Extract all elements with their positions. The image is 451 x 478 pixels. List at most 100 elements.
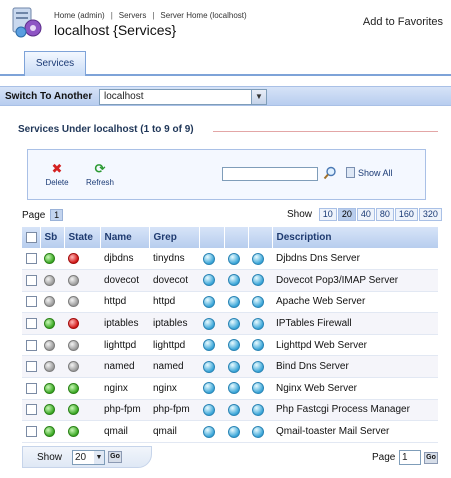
services-table: Sb State Name Grep Description djbdns tin… [22,227,439,443]
stop-service-icon[interactable] [228,295,240,308]
sb-cell [40,312,64,335]
table-row[interactable]: httpd httpd Apache Web Server [22,291,438,314]
column-header-state[interactable]: State [64,227,101,248]
table-row[interactable]: qmail qmail Qmail-toaster Mail Server [22,420,438,443]
breadcrumb-home[interactable]: Home (admin) [54,11,105,20]
page-size-option[interactable]: 80 [375,208,394,221]
start-service-icon[interactable] [203,317,215,330]
sb-cell [40,334,64,357]
column-header-description[interactable]: Description [272,227,439,248]
section-title: Services Under localhost (1 to 9 of 9) [18,124,194,135]
page-size-option[interactable]: 40 [356,208,375,221]
action-cell [248,420,272,443]
action-cell [248,334,272,357]
row-checkbox[interactable] [26,252,37,264]
start-service-icon[interactable] [203,425,215,438]
start-service-icon[interactable] [203,252,215,265]
page-size-option[interactable]: 160 [394,208,418,221]
restart-service-icon[interactable] [252,274,264,287]
row-checkbox[interactable] [26,361,37,373]
restart-service-icon[interactable] [252,339,264,352]
start-service-icon[interactable] [203,403,215,416]
table-row[interactable]: lighttpd lighttpd Lighttpd Web Server [22,334,438,357]
action-cell [248,377,272,400]
restart-service-icon[interactable] [252,295,264,308]
row-checkbox[interactable] [26,274,37,286]
start-service-icon[interactable] [203,295,215,308]
page-size-go-button[interactable]: Go [108,451,122,463]
column-header-sb[interactable]: Sb [40,227,65,248]
sb-status-icon [44,404,55,416]
select-all-checkbox[interactable] [26,231,37,243]
stop-service-icon[interactable] [228,252,240,265]
sb-status-icon [44,318,55,329]
column-header-name[interactable]: Name [100,227,150,248]
name-cell: named [100,355,149,379]
server-select[interactable]: localhost ▼ [99,89,267,105]
row-checkbox[interactable] [26,404,37,416]
sb-cell [40,269,64,292]
action-cell [224,399,248,422]
table-row[interactable]: named named Bind Dns Server [22,355,438,379]
stop-service-icon[interactable] [228,274,240,287]
stop-service-icon[interactable] [228,360,240,373]
restart-service-icon[interactable] [252,403,264,416]
page-number-current[interactable]: 1 [50,209,64,221]
add-to-favorites-link[interactable]: Add to Favorites [363,16,443,28]
stop-service-icon[interactable] [228,317,240,330]
action-cell [224,291,248,314]
tab-services[interactable]: Services [24,51,86,76]
chevron-down-icon[interactable]: ▼ [94,451,104,464]
stop-service-icon[interactable] [228,382,240,395]
page-size-option[interactable]: 10 [318,208,337,221]
start-service-icon[interactable] [203,360,215,373]
grep-cell: tinydns [149,248,199,271]
row-select-cell [22,248,40,271]
row-checkbox[interactable] [26,318,37,329]
start-service-icon[interactable] [203,339,215,352]
start-service-icon[interactable] [203,274,215,287]
search-input[interactable] [222,167,318,181]
refresh-button[interactable]: ⟳ Refresh [84,162,116,188]
breadcrumb-servers[interactable]: Servers [119,11,147,20]
page-size-option[interactable]: 320 [418,208,442,221]
row-checkbox[interactable] [26,339,37,351]
table-row[interactable]: php-fpm php-fpm Php Fastcgi Process Manage… [22,399,438,422]
section-divider [213,131,438,132]
pager: Page 1 [22,209,64,221]
stop-service-icon[interactable] [228,339,240,352]
sb-cell [40,420,64,443]
page-go-button[interactable]: Go [424,452,438,464]
restart-service-icon[interactable] [252,317,264,330]
table-row[interactable]: dovecot dovecot Dovecot Pop3/IMAP Server [22,269,438,292]
show-all-button[interactable]: Show All [346,167,393,178]
restart-service-icon[interactable] [252,425,264,438]
delete-button[interactable]: ✖ Delete [44,162,70,188]
action-cell [199,420,224,443]
column-header-action [248,227,273,248]
restart-service-icon[interactable] [252,252,264,265]
column-header-grep[interactable]: Grep [149,227,200,248]
stop-service-icon[interactable] [228,403,240,416]
footer-page-input[interactable]: 1 [399,450,421,465]
search-icon[interactable] [323,166,337,180]
page-size-option[interactable]: 20 [337,208,356,221]
page-title: localhost {Services} [54,22,177,38]
start-service-icon[interactable] [203,382,215,395]
restart-service-icon[interactable] [252,382,264,395]
footer-page-size-select[interactable]: 20 ▼ [72,450,105,465]
chevron-down-icon[interactable]: ▼ [251,90,266,104]
row-checkbox[interactable] [26,296,37,308]
stop-service-icon[interactable] [228,425,240,438]
row-checkbox[interactable] [26,425,37,437]
name-cell: iptables [100,312,149,335]
description-cell: Djbdns Dns Server [272,248,438,271]
table-row[interactable]: iptables iptables IPTables Firewall [22,312,438,335]
breadcrumb: Home (admin) | Servers | Server Home (localh… [54,11,247,20]
breadcrumb-server-home[interactable]: Server Home (localhost) [160,11,246,20]
table-row[interactable]: djbdns tinydns Djbdns Dns Server [22,248,438,271]
row-checkbox[interactable] [26,382,37,394]
action-cell [199,399,224,422]
restart-service-icon[interactable] [252,360,264,373]
table-row[interactable]: nginx nginx Nginx Web Server [22,377,438,400]
